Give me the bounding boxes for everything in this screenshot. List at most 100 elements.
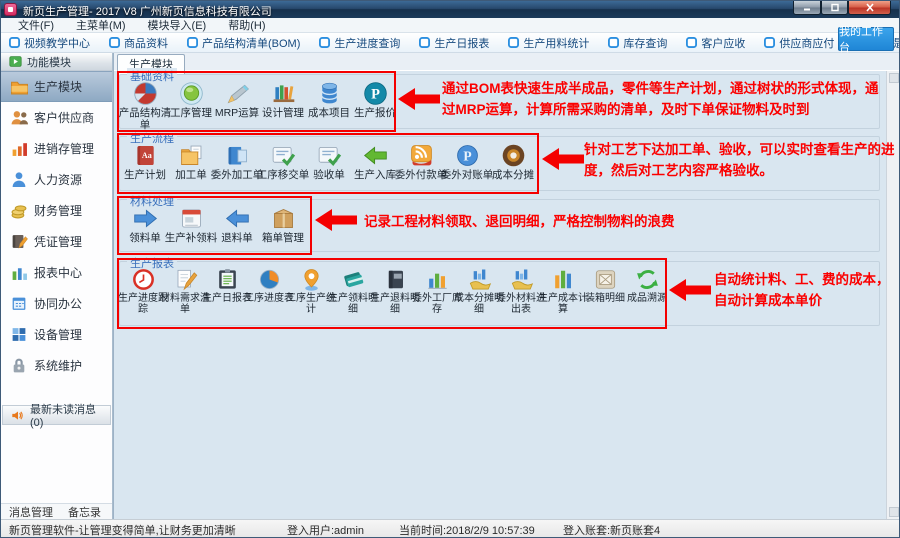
module-item[interactable]: 领料单 — [122, 205, 168, 245]
squares-icon — [10, 326, 28, 343]
sidebar-item-label: 财务管理 — [34, 202, 82, 219]
module-item[interactable]: 箱单管理 — [260, 205, 306, 245]
module-item[interactable]: 退料单 — [214, 205, 260, 245]
toolbar-item-label: 客户应收 — [701, 35, 745, 51]
red-arrow-icon — [542, 148, 584, 170]
hand-chart-icon — [509, 267, 534, 292]
sidebar-item-calendar[interactable]: 协同办公 — [1, 288, 112, 319]
blue-checkbox-icon — [764, 37, 775, 48]
module-item[interactable]: P生产报价 — [352, 80, 398, 120]
module-item[interactable]: 加工单 — [168, 142, 214, 182]
menu-item[interactable]: 模块导入(E) — [137, 17, 218, 33]
module-item[interactable]: 工序进度表 — [248, 267, 290, 304]
module-item[interactable]: 生产进度跟踪 — [122, 267, 164, 315]
module-item[interactable]: 委外加工单 — [214, 142, 260, 182]
module-item[interactable]: 成本分摊 — [490, 142, 536, 182]
module-item[interactable]: 工序管理 — [168, 80, 214, 120]
sidebar-item-people[interactable]: 客户供应商 — [1, 102, 112, 133]
toolbar-item[interactable]: 视频教学中心 — [9, 35, 90, 51]
module-item[interactable]: 委外工厂库存 — [416, 267, 458, 315]
status-current-time: 当前时间:2018/2/9 10:57:39 — [399, 522, 535, 538]
tab-bar: 生产模块 — [114, 53, 899, 71]
unread-messages-label: 最新未读消息 (0) — [30, 401, 110, 429]
module-item[interactable]: 材料需求清单 — [164, 267, 206, 315]
section-icons-row: 领料单生产补领料退料单箱单管理 — [122, 205, 306, 245]
toolbar-item[interactable]: 商品资料 — [109, 35, 168, 51]
toolbar-item[interactable]: 库存查询 — [608, 35, 667, 51]
sidebar-item-voucher-book[interactable]: 凭证管理 — [1, 226, 112, 257]
sidebar-item-folder[interactable]: 生产模块 — [1, 71, 112, 102]
module-item[interactable]: 验收单 — [306, 142, 352, 182]
voucher-book-icon — [10, 233, 28, 250]
sidebar-item-label: 客户供应商 — [34, 109, 94, 126]
module-item[interactable]: 生产入库 — [352, 142, 398, 182]
module-item[interactable]: 委外付款单 — [398, 142, 444, 182]
toolbar-item[interactable]: 生产进度查询 — [319, 35, 400, 51]
toolbar-item-label: 生产用料统计 — [523, 35, 589, 51]
module-item[interactable]: 委外材料进出表 — [500, 267, 542, 315]
my-workbench-button[interactable]: 我的工作台 — [838, 27, 894, 51]
module-item[interactable]: 成本项目 — [306, 80, 352, 120]
recycle-icon — [635, 267, 660, 292]
sidebar-item-bar-chart[interactable]: 进销存管理 — [1, 133, 112, 164]
module-item[interactable]: 成品溯源 — [626, 267, 668, 304]
sidebar-item-label: 报表中心 — [34, 264, 82, 281]
blue-checkbox-icon — [686, 37, 697, 48]
blue-checkbox-icon — [109, 37, 120, 48]
orb-icon — [178, 80, 205, 107]
sidebar-item-person[interactable]: 人力资源 — [1, 164, 112, 195]
toolbar-item[interactable]: 生产日报表 — [419, 35, 489, 51]
menu-item[interactable]: 帮助(H) — [217, 17, 276, 33]
module-item[interactable]: 生产成本计算 — [542, 267, 584, 315]
toolbar-item[interactable]: 产品结构清单(BOM) — [187, 35, 300, 51]
box-icon — [270, 205, 297, 232]
module-item[interactable]: 生产日报表 — [206, 267, 248, 304]
toolbar-item[interactable]: 客户应收 — [686, 35, 745, 51]
maximize-button[interactable] — [821, 1, 848, 15]
footer-link[interactable]: 备忘录 — [68, 504, 101, 520]
blue-checkbox-icon — [508, 37, 519, 48]
sidebar-footer: 消息管理备忘录便笺 — [1, 503, 112, 519]
arrow-left-blue-icon — [224, 205, 251, 232]
calendar-icon — [10, 295, 28, 312]
module-item[interactable]: P委外对账单 — [444, 142, 490, 182]
blue-checkbox-icon — [419, 37, 430, 48]
window-controls — [793, 1, 891, 15]
module-item[interactable]: MRP运算 — [214, 80, 260, 120]
sidebar-item-label: 设备管理 — [34, 326, 82, 343]
toolbar-item[interactable]: 供应商应付 — [764, 35, 834, 51]
toolbar-item-label: 产品结构清单(BOM) — [202, 35, 300, 51]
form-check-icon — [316, 142, 343, 169]
sidebar-item-coins[interactable]: 财务管理 — [1, 195, 112, 226]
menu-bar: 文件(F)主菜单(M)模块导入(E)帮助(H) — [1, 18, 899, 33]
module-item[interactable]: 生产补领料 — [168, 205, 214, 245]
module-item[interactable]: 产品结构清单 — [122, 80, 168, 131]
menu-item[interactable]: 主菜单(M) — [65, 17, 137, 33]
sphere-icon — [132, 80, 159, 107]
footer-link[interactable]: 消息管理 — [9, 504, 53, 520]
module-item[interactable]: 生产领料明细 — [332, 267, 374, 315]
sidebar: 功能模块 生产模块客户供应商进销存管理人力资源财务管理凭证管理报表中心协同办公设… — [1, 53, 113, 519]
sidebar-item-squares[interactable]: 设备管理 — [1, 319, 112, 350]
toolbar-item-label: 商品资料 — [124, 35, 168, 51]
close-button[interactable] — [848, 1, 891, 15]
sidebar-item-label: 凭证管理 — [34, 233, 82, 250]
sidebar-item-report-chart[interactable]: 报表中心 — [1, 257, 112, 288]
toolbar-item[interactable]: 生产用料统计 — [508, 35, 589, 51]
clipboard-icon — [215, 267, 240, 292]
module-item[interactable]: Aa生产计划 — [122, 142, 168, 182]
menu-item[interactable]: 文件(F) — [7, 17, 65, 33]
sidebar-item-lock[interactable]: 系统维护 — [1, 350, 112, 381]
module-item-label: 成品溯源 — [621, 293, 673, 304]
module-item[interactable]: 装箱明细 — [584, 267, 626, 304]
module-item[interactable]: 工序生产统计 — [290, 267, 332, 315]
p-blue-icon: P — [454, 142, 481, 169]
unread-messages-bar[interactable]: 最新未读消息 (0) — [2, 405, 111, 425]
red-arrow-icon — [398, 88, 440, 110]
module-item[interactable]: 成本分摊明细 — [458, 267, 500, 315]
sidebar-item-label: 生产模块 — [34, 78, 82, 95]
module-item[interactable]: 工序移交单 — [260, 142, 306, 182]
module-item[interactable]: 设计管理 — [260, 80, 306, 120]
module-item[interactable]: 生产退料明细 — [374, 267, 416, 315]
minimize-button[interactable] — [793, 1, 821, 15]
